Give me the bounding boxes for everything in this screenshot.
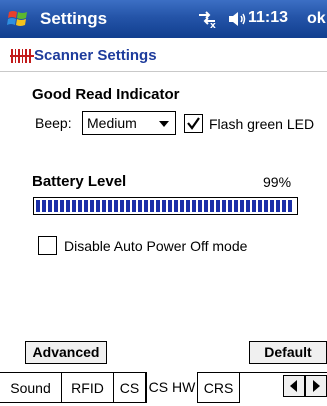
title-bar: Settings x 11:13 ok: [0, 0, 327, 38]
tab-sound[interactable]: Sound: [0, 373, 62, 403]
battery-progress-bar: [33, 197, 298, 215]
tab-scroll-right-button[interactable]: [305, 375, 327, 397]
battery-level-heading: Battery Level: [32, 173, 127, 190]
svg-text:x: x: [210, 21, 216, 29]
flash-green-led-checkbox[interactable]: [184, 114, 203, 133]
header-divider: [0, 71, 327, 72]
clock[interactable]: 11:13: [248, 9, 288, 27]
good-read-indicator-heading: Good Read Indicator: [32, 86, 180, 103]
connectivity-icon[interactable]: x: [196, 9, 218, 29]
arrow-left-icon: [290, 380, 297, 392]
volume-icon[interactable]: [226, 9, 248, 29]
windows-start-icon[interactable]: [6, 8, 30, 30]
tab-scroll-left-button[interactable]: [283, 375, 305, 397]
scanner-barcode-icon: [10, 49, 34, 63]
arrow-right-icon: [313, 380, 320, 392]
battery-progress-fill: [36, 200, 293, 212]
checkmark-icon: [187, 117, 200, 130]
page-title: Scanner Settings: [34, 47, 157, 64]
tab-rfid[interactable]: RFID: [62, 373, 114, 403]
tab-cs[interactable]: CS: [114, 373, 146, 403]
settings-header: Scanner Settings: [0, 38, 327, 72]
tab-crs[interactable]: CRS: [198, 373, 240, 403]
disable-auto-power-off-checkbox[interactable]: [38, 236, 57, 255]
chevron-down-icon[interactable]: [159, 121, 169, 127]
advanced-button[interactable]: Advanced: [25, 341, 107, 364]
flash-green-led-label[interactable]: Flash green LED: [209, 116, 314, 132]
beep-value: Medium: [87, 115, 137, 131]
beep-label: Beep:: [35, 115, 72, 131]
window-title: Settings: [40, 9, 108, 28]
beep-select[interactable]: Medium: [82, 111, 176, 135]
ok-button[interactable]: ok: [304, 6, 327, 32]
disable-auto-power-off-label[interactable]: Disable Auto Power Off mode: [64, 238, 247, 254]
tab-cs-hw[interactable]: CS HW: [146, 372, 198, 403]
battery-percent: 99%: [263, 174, 292, 190]
default-button[interactable]: Default: [249, 341, 327, 364]
